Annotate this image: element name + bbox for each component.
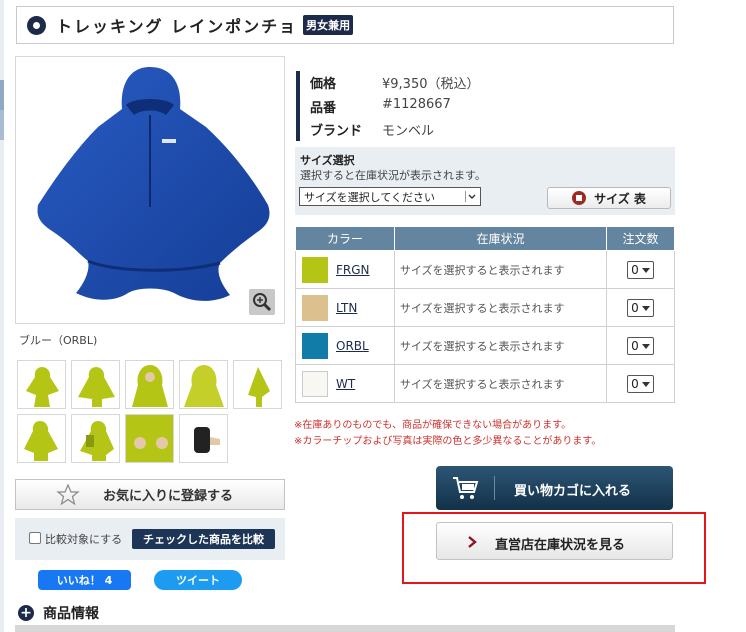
color-code-link[interactable]: FRGN <box>336 263 370 277</box>
size-select-note: 選択すると在庫状況が表示されます。 <box>300 169 486 182</box>
quantity-select[interactable]: 0 <box>627 336 655 355</box>
header-color: カラー <box>295 226 395 251</box>
cart-icon <box>453 477 479 499</box>
stock-status: サイズを選択すると表示されます <box>393 288 608 327</box>
header-stock: 在庫状況 <box>393 226 608 251</box>
color-swatch[interactable] <box>302 294 328 321</box>
size-select-title: サイズ選択 <box>300 154 355 167</box>
compare-bar: 比較対象にする チェックした商品を比較 <box>15 518 285 560</box>
brand-value: モンベル <box>382 124 435 139</box>
bullet-circle-icon <box>27 15 46 35</box>
thumbnail-4[interactable] <box>179 360 228 409</box>
favorite-label: お気に入りに登録する <box>102 489 233 504</box>
highlight-box <box>402 512 706 584</box>
add-to-favorites-button[interactable]: お気に入りに登録する <box>15 479 285 510</box>
thumbnail-1[interactable] <box>17 360 66 409</box>
compare-label: 比較対象にする <box>45 533 123 546</box>
size-chart-label: サイズ 表 <box>594 191 646 206</box>
thumbnail-3[interactable] <box>125 360 174 409</box>
thumbnail-2[interactable] <box>71 360 120 409</box>
section-divider <box>15 625 675 632</box>
star-icon <box>56 483 80 506</box>
table-row: ORBL サイズを選択すると表示されます 0 <box>295 326 675 365</box>
table-row: FRGN サイズを選択すると表示されます 0 <box>295 250 675 289</box>
product-info-label: 商品情報 <box>43 606 99 622</box>
thumbnail-9[interactable] <box>179 414 228 463</box>
product-page: トレッキング レインポンチョ 男女兼用 ブルー（ORBL) お気に入りに登録する… <box>0 0 746 632</box>
product-title: トレッキング レインポンチョ <box>56 17 298 36</box>
quantity-select[interactable]: 0 <box>627 374 655 393</box>
size-select-value: サイズを選択してください <box>304 190 436 204</box>
magnifier-plus-icon[interactable] <box>249 289 275 315</box>
unisex-badge: 男女兼用 <box>303 15 354 35</box>
color-swatch[interactable] <box>302 370 328 397</box>
plus-circle-icon: + <box>18 605 34 621</box>
compare-checkbox[interactable] <box>29 532 41 544</box>
tweet-button[interactable]: ツイート <box>154 570 242 590</box>
table-row: WT サイズを選択すると表示されます 0 <box>295 364 675 403</box>
table-row: LTN サイズを選択すると表示されます 0 <box>295 288 675 327</box>
stock-status: サイズを選択すると表示されます <box>393 326 608 365</box>
color-code-link[interactable]: WT <box>336 377 355 391</box>
size-select-box: サイズ選択 選択すると在庫状況が表示されます。 サイズを選択してください サイズ… <box>295 147 675 215</box>
brand-label: ブランド <box>310 124 363 139</box>
cart-label: 買い物カゴに入れる <box>514 484 632 499</box>
quantity-select[interactable]: 0 <box>627 298 655 317</box>
stock-status: サイズを選択すると表示されます <box>393 364 608 403</box>
price-info-block: 価格 ¥9,350（税込） 品番 #1128667 ブランド モンベル <box>296 71 676 141</box>
size-chart-button[interactable]: サイズ 表 <box>547 187 671 209</box>
color-swatch[interactable] <box>302 256 328 283</box>
color-code-link[interactable]: LTN <box>336 301 357 315</box>
quantity-select[interactable]: 0 <box>627 260 655 279</box>
image-color-caption: ブルー（ORBL) <box>19 334 98 347</box>
tweet-label: ツイート <box>176 574 220 587</box>
thumbnail-6[interactable] <box>17 414 66 463</box>
header-quantity: 注文数 <box>606 226 675 251</box>
color-swatch[interactable] <box>302 332 328 359</box>
color-code-link[interactable]: ORBL <box>336 339 369 353</box>
size-select-dropdown[interactable]: サイズを選択してください <box>299 187 481 206</box>
like-label: いいね！ 4 <box>56 574 113 587</box>
product-info-heading[interactable]: + 商品情報 <box>18 603 99 623</box>
poncho-illustration <box>37 67 270 301</box>
chevron-down-icon <box>465 191 477 202</box>
thumbnail-5[interactable] <box>233 360 282 409</box>
add-to-cart-button[interactable]: 買い物カゴに入れる <box>436 466 673 510</box>
thumbnail-8[interactable] <box>125 414 174 463</box>
code-label: 品番 <box>310 101 337 116</box>
product-title-bar: トレッキング レインポンチョ 男女兼用 <box>16 6 674 44</box>
price-value: ¥9,350（税込） <box>382 77 480 92</box>
price-label: 価格 <box>310 77 337 92</box>
compare-checked-button[interactable]: チェックした商品を比較 <box>132 529 275 549</box>
stock-status: サイズを選択すると表示されます <box>393 250 608 289</box>
left-sidebar-edge <box>0 0 4 632</box>
facebook-like-button[interactable]: いいね！ 4 <box>38 570 131 590</box>
color-stock-table: カラー 在庫状況 注文数 FRGN サイズを選択すると表示されます 0 LTN … <box>295 226 675 403</box>
stock-note: ※在庫ありのものでも、商品が確保できない場合があります。 <box>294 420 572 431</box>
main-product-image[interactable] <box>15 56 285 324</box>
thumbnail-7[interactable] <box>71 414 120 463</box>
color-note: ※カラーチップおよび写真は実際の色と多少異なることがあります。 <box>294 436 602 447</box>
code-value: #1128667 <box>382 97 451 112</box>
shirt-icon <box>572 191 587 205</box>
